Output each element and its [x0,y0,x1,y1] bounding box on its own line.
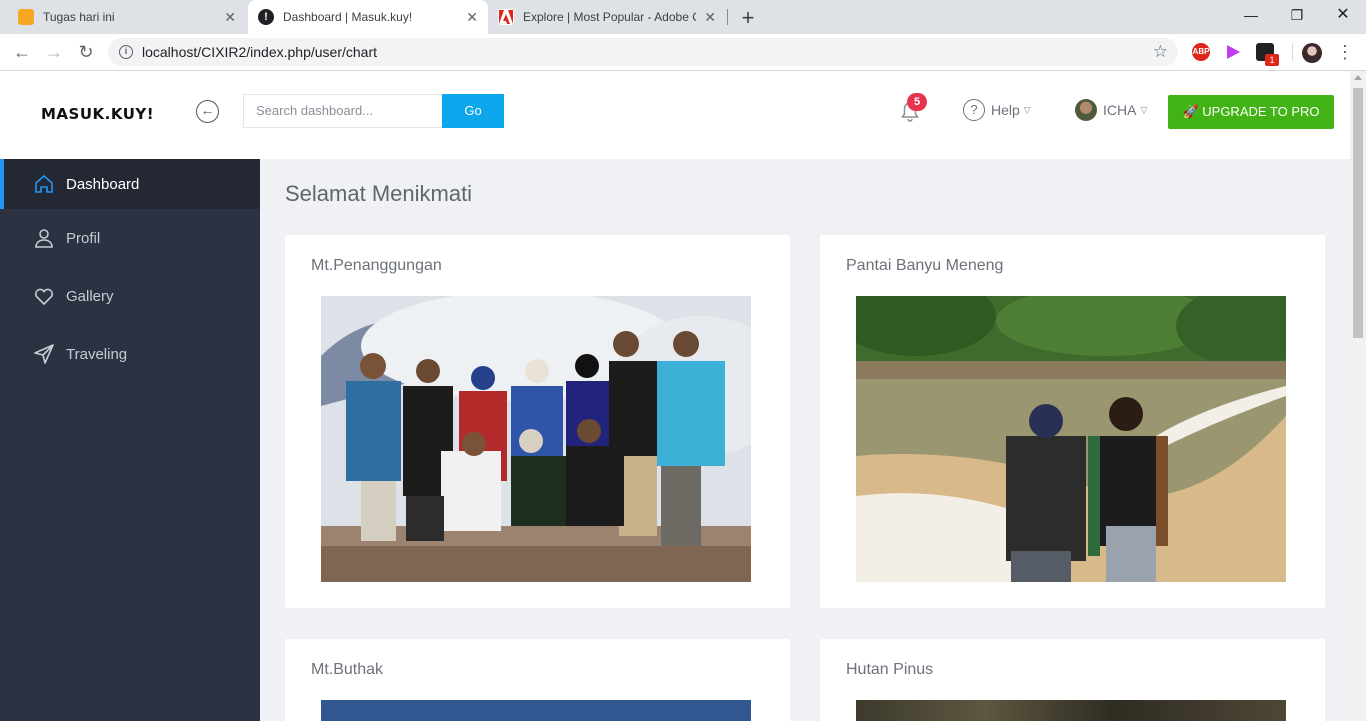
sidebar-item-label: Gallery [66,287,114,305]
tab-title: Dashboard | Masuk.kuy! [283,10,413,24]
heart-icon [34,288,54,306]
browser-menu-icon[interactable]: ⋮ [1336,41,1354,63]
url-text: localhost/CIXIR2/index.php/user/chart [142,44,378,60]
card-title: Hutan Pinus [846,661,934,678]
tab-title: Explore | Most Popular - Adobe C [523,10,697,24]
help-menu[interactable]: ? Help ▽ [963,99,1031,121]
sidebar-toggle-arrow-icon[interactable]: ← [196,100,219,123]
sidebar-item-label: Profil [66,229,101,247]
card-title: Pantai Banyu Meneng [846,257,1004,274]
gallery-card: Hutan Pinus [820,639,1325,721]
sidebar-item-label: Traveling [66,345,128,363]
close-tab-icon[interactable]: ✕ [466,9,478,26]
restore-icon[interactable]: ❐ [1274,0,1320,30]
play-extension-icon[interactable] [1224,43,1242,61]
scroll-up-icon[interactable] [1354,75,1362,80]
toolbar-divider [1292,43,1293,61]
card-title: Mt.Buthak [311,661,384,678]
extension-badge: 1 [1265,54,1279,66]
site-info-icon[interactable]: i [119,45,133,59]
browser-tab[interactable]: Explore | Most Popular - Adobe C ✕ [488,0,726,34]
sidebar-item-dashboard[interactable]: Dashboard [0,159,260,209]
bookmark-star-icon[interactable]: ☆ [1153,38,1168,66]
help-label: Help [991,102,1020,118]
home-icon [35,174,53,193]
gallery-card: Pantai Banyu Meneng [820,235,1325,608]
app-logo[interactable]: MASUK.KUY! [41,105,154,123]
browser-toolbar: ← → ↻ i localhost/CIXIR2/index.php/user/… [0,34,1366,71]
user-icon [35,229,53,248]
mountain-photo[interactable] [321,700,751,721]
chevron-down-icon: ▽ [1140,104,1148,115]
window-close-icon[interactable]: ✕ [1320,0,1366,30]
tab-favicon-icon [18,9,34,25]
sidebar-item-traveling[interactable]: Traveling [0,329,260,379]
reload-icon[interactable]: ↻ [75,41,97,63]
page-scrollbar[interactable] [1350,71,1366,721]
sidebar-item-gallery[interactable]: Gallery [0,271,260,321]
tab-title: Tugas hari ini [43,10,115,24]
sidebar-item-label: Dashboard [66,175,140,193]
search-go-button[interactable]: Go [442,94,504,128]
gallery-card: Mt.Buthak [285,639,790,721]
tab-favicon-icon: ! [258,9,274,25]
browser-tab[interactable]: Tugas hari ini ✕ [8,0,246,34]
new-tab-icon[interactable]: + [738,5,758,31]
main-content: Selamat Menikmati Mt.Penanggungan Pantai… [260,159,1350,721]
page-title: Selamat Menikmati [285,181,473,206]
rocket-icon: 🚀 [1182,104,1199,119]
profile-avatar[interactable] [1302,43,1322,63]
help-question-icon: ? [963,99,985,121]
user-avatar [1075,99,1097,121]
address-bar[interactable]: i localhost/CIXIR2/index.php/user/chart … [108,38,1178,66]
send-icon [34,344,54,364]
mountain-group-photo[interactable] [321,296,751,582]
search-input[interactable]: Search dashboard... [243,94,443,128]
adblock-icon[interactable]: ABP [1192,43,1210,61]
gallery-card: Mt.Penanggungan [285,235,790,608]
chevron-down-icon: ▽ [1023,104,1031,115]
web-page: MASUK.KUY! ← Search dashboard... Go 5 ? … [0,71,1350,721]
scrollbar-thumb[interactable] [1353,88,1363,338]
sidebar: Dashboard Profil Gallery Traveling [0,159,260,721]
user-name: ICHA [1103,102,1137,118]
notification-badge: 5 [907,93,927,111]
browser-tab-active[interactable]: ! Dashboard | Masuk.kuy! ✕ [248,0,488,34]
app-header: MASUK.KUY! ← Search dashboard... Go 5 ? … [0,71,1350,159]
user-menu[interactable]: ICHA ▽ [1075,99,1147,121]
tab-divider [727,9,728,25]
close-tab-icon[interactable]: ✕ [704,9,716,26]
minimize-icon[interactable]: — [1228,0,1274,30]
back-arrow-icon[interactable]: ← [11,41,33,63]
pine-forest-photo[interactable] [856,700,1286,721]
card-title: Mt.Penanggungan [311,257,442,274]
forward-arrow-icon[interactable]: → [43,41,65,63]
close-tab-icon[interactable]: ✕ [224,9,236,26]
beach-photo[interactable] [856,296,1286,582]
adobe-favicon-icon [498,9,514,25]
upgrade-label: UPGRADE TO PRO [1202,104,1320,119]
upgrade-button[interactable]: 🚀 UPGRADE TO PRO [1168,95,1334,129]
sidebar-item-profil[interactable]: Profil [0,213,260,263]
browser-tab-strip: Tugas hari ini ✕ ! Dashboard | Masuk.kuy… [0,0,1366,34]
